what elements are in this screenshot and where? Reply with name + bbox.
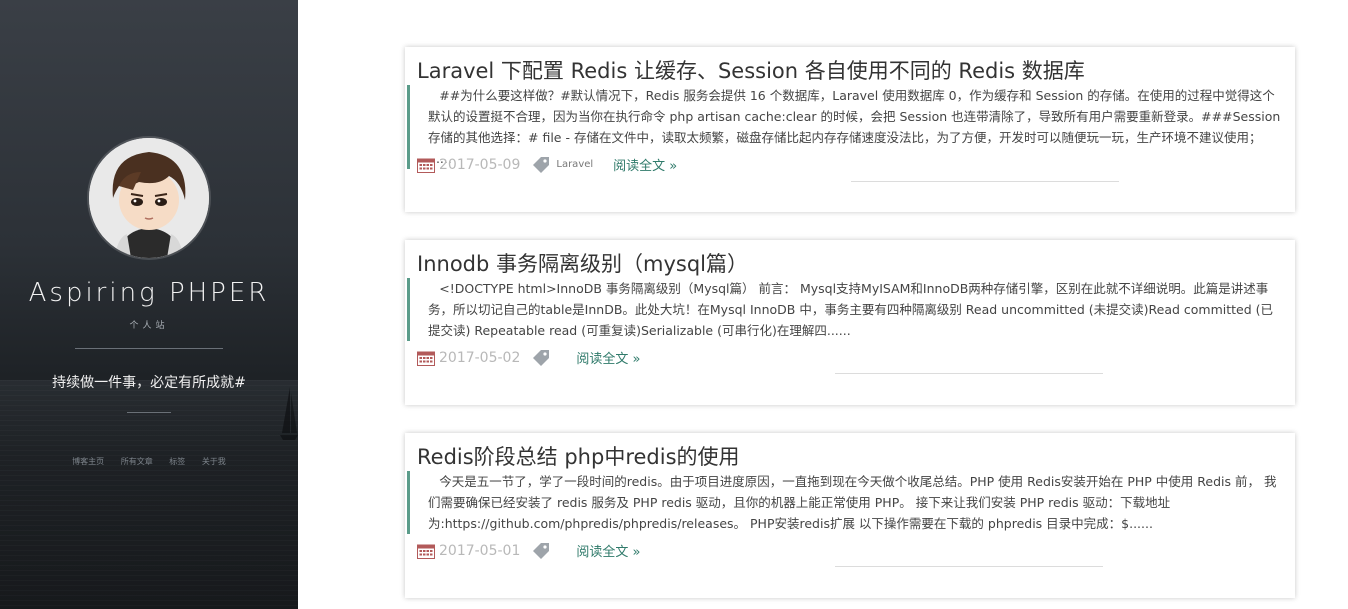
read-more-link[interactable]: 阅读全文 » [576,541,640,560]
sidebar-nav: 博客主页 所有文章 标签 关于我 [0,456,298,467]
post-divider [835,373,1103,374]
post-card: Laravel 下配置 Redis 让缓存、Session 各自使用不同的 Re… [405,47,1295,212]
avatar[interactable] [89,138,209,258]
site-title[interactable]: Aspiring PHPER [0,278,298,308]
nav-about[interactable]: 关于我 [202,457,226,466]
post-title[interactable]: Innodb 事务隔离级别（mysql篇） [417,248,748,278]
post-card: Redis阶段总结 php中redis的使用 今天是五一节了，学了一段时间的re… [405,433,1295,598]
post-date: 2017-05-02 [439,349,521,366]
sidebar-divider [75,348,223,349]
calendar-icon [417,544,435,559]
post-tag[interactable]: Laravel [556,159,593,170]
nav-home[interactable]: 博客主页 [72,457,104,466]
post-card: Innodb 事务隔离级别（mysql篇） <!DOCTYPE html>Inn… [405,240,1295,405]
sidebar-sea-background [0,380,298,609]
post-meta: 2017-05-02 阅读全文 » [417,348,640,367]
sailboat-silhouette [280,387,298,440]
nav-all-posts[interactable]: 所有文章 [121,457,153,466]
nav-tags[interactable]: 标签 [169,457,185,466]
sidebar: Aspiring PHPER 个人站 持续做一件事，必定有所成就# 博客主页 所… [0,0,298,609]
calendar-icon [417,351,435,366]
post-title[interactable]: Laravel 下配置 Redis 让缓存、Session 各自使用不同的 Re… [417,55,1085,85]
avatar-chibi-icon [89,138,209,258]
tag-icon [533,349,550,366]
read-more-link[interactable]: 阅读全文 » [613,155,677,174]
sidebar-divider-short [127,412,171,413]
site-subtitle: 个人站 [129,321,169,331]
tag-icon [533,156,550,173]
tag-icon [533,542,550,559]
site-motto: 持续做一件事，必定有所成就# [52,375,246,391]
post-date: 2017-05-01 [439,542,521,559]
post-meta: 2017-05-01 阅读全文 » [417,541,640,560]
post-divider [835,566,1103,567]
post-title[interactable]: Redis阶段总结 php中redis的使用 [417,441,740,471]
calendar-icon [417,158,435,173]
read-more-link[interactable]: 阅读全文 » [576,348,640,367]
post-date: 2017-05-09 [439,156,521,173]
post-excerpt: <!DOCTYPE html>InnoDB 事务隔离级别（Mysql篇） 前言：… [407,278,1281,341]
post-meta: 2017-05-09 Laravel 阅读全文 » [417,155,677,174]
post-divider [851,181,1119,182]
post-excerpt: 今天是五一节了，学了一段时间的redis。由于项目进度原因，一直拖到现在今天做个… [407,471,1281,534]
